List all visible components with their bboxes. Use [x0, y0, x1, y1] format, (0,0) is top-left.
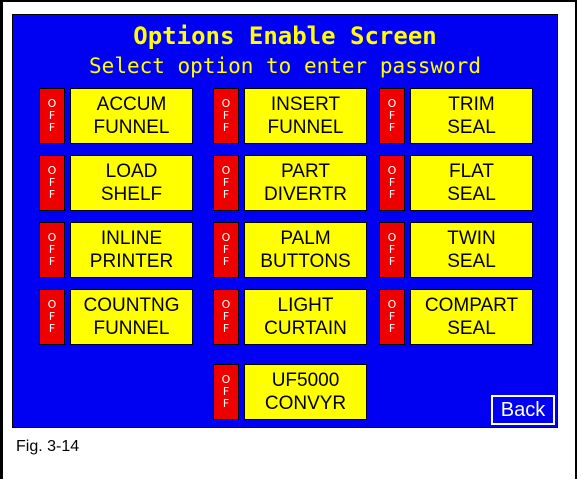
countng-funnel-button[interactable]: COUNTNG FUNNEL — [70, 289, 193, 345]
trim-seal-button[interactable]: TRIM SEAL — [410, 88, 533, 144]
twin-seal-button[interactable]: TWIN SEAL — [410, 222, 533, 278]
screen-subtitle: Select option to enter password — [89, 54, 481, 78]
off-indicator: OFF — [213, 289, 239, 345]
compart-seal-button[interactable]: COMPART SEAL — [410, 289, 533, 345]
off-indicator: OFF — [213, 222, 239, 278]
flat-seal-button[interactable]: FLAT SEAL — [410, 155, 533, 211]
off-indicator: OFF — [39, 155, 65, 211]
off-indicator: OFF — [39, 289, 65, 345]
off-indicator: OFF — [213, 155, 239, 211]
insert-funnel-button[interactable]: INSERT FUNNEL — [244, 88, 367, 144]
light-curtain-button[interactable]: LIGHT CURTAIN — [244, 289, 367, 345]
off-indicator: OFF — [379, 222, 405, 278]
options-enable-screen: Options Enable Screen Select option to e… — [12, 14, 558, 428]
figure-caption: Fig. 3-14 — [16, 438, 80, 455]
load-shelf-button[interactable]: LOAD SHELF — [70, 155, 193, 211]
part-divertr-button[interactable]: PART DIVERTR — [244, 155, 367, 211]
off-indicator: OFF — [39, 222, 65, 278]
back-button[interactable]: Back — [491, 395, 555, 425]
off-indicator: OFF — [213, 364, 239, 420]
accum-funnel-button[interactable]: ACCUM FUNNEL — [70, 88, 193, 144]
inline-printer-button[interactable]: INLINE PRINTER — [70, 222, 193, 278]
off-indicator: OFF — [39, 88, 65, 144]
off-indicator: OFF — [379, 289, 405, 345]
uf5000-convyr-button[interactable]: UF5000 CONVYR — [244, 364, 367, 420]
off-indicator: OFF — [213, 88, 239, 144]
palm-buttons-button[interactable]: PALM BUTTONS — [244, 222, 367, 278]
screen-title: Options Enable Screen — [133, 22, 437, 50]
off-indicator: OFF — [379, 155, 405, 211]
off-indicator: OFF — [379, 88, 405, 144]
